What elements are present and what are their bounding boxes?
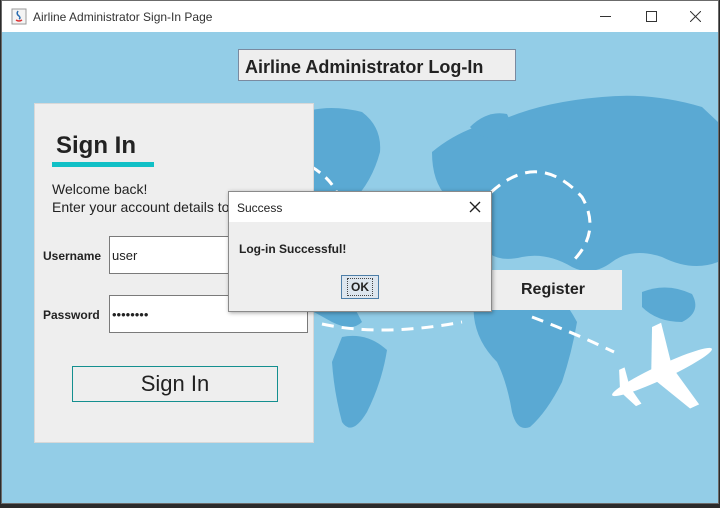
maximize-icon	[645, 11, 657, 22]
welcome-line-2: Enter your account details to c	[52, 199, 241, 215]
success-dialog: Success Log-in Successful! OK	[228, 191, 492, 312]
welcome-text: Welcome back! Enter your account details…	[52, 180, 240, 216]
maximize-button[interactable]	[628, 1, 674, 32]
dialog-title: Success	[237, 201, 283, 215]
page-header: Airline Administrator Log-In	[238, 49, 516, 81]
welcome-line-1: Welcome back!	[52, 181, 148, 197]
close-icon	[689, 11, 701, 22]
java-app-icon	[11, 8, 27, 25]
password-label: Password	[43, 308, 100, 322]
close-icon[interactable]	[467, 199, 483, 215]
signin-heading: Sign In	[56, 132, 136, 159]
signin-button[interactable]: Sign In	[72, 366, 278, 402]
close-button[interactable]	[672, 1, 718, 32]
dialog-message: Log-in Successful!	[239, 242, 347, 256]
minimize-icon	[599, 16, 611, 17]
ok-button-label: OK	[347, 278, 373, 296]
title-bar[interactable]: Airline Administrator Sign-In Page	[2, 1, 718, 32]
dialog-title-bar[interactable]: Success	[229, 192, 491, 222]
minimize-button[interactable]	[582, 1, 628, 32]
ok-button[interactable]: OK	[341, 275, 379, 299]
heading-underline	[52, 162, 154, 167]
username-label: Username	[43, 249, 102, 263]
window-title: Airline Administrator Sign-In Page	[33, 10, 213, 24]
register-button[interactable]: Register	[484, 270, 622, 310]
